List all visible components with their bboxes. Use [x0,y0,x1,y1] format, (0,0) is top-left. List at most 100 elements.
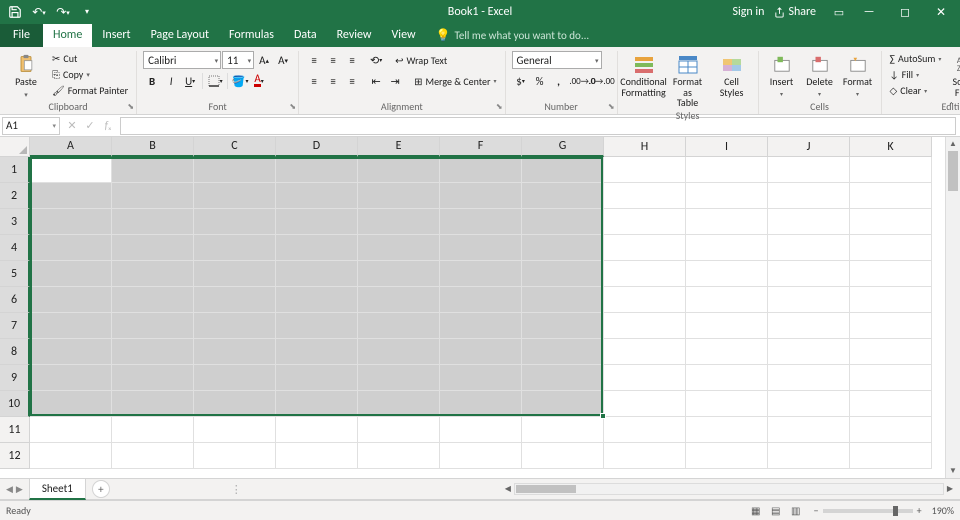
row-header-11[interactable]: 11 [0,417,30,443]
cell-J8[interactable] [768,339,850,365]
cell-B8[interactable] [112,339,194,365]
cell-H8[interactable] [604,339,686,365]
cell-I11[interactable] [686,417,768,443]
cell-D3[interactable] [276,209,358,235]
cell-I7[interactable] [686,313,768,339]
cell-A9[interactable] [30,365,112,391]
cell-G9[interactable] [522,365,604,391]
cell-F1[interactable] [440,157,522,183]
cell-E1[interactable] [358,157,440,183]
clear-button[interactable]: ◇Clear▾ [888,83,944,98]
zoom-thumb[interactable] [893,506,898,516]
cell-G8[interactable] [522,339,604,365]
cell-D12[interactable] [276,443,358,469]
cell-J6[interactable] [768,287,850,313]
cancel-formula-button[interactable]: ✕ [64,119,80,132]
zoom-in-button[interactable]: + [917,504,922,517]
cell-B7[interactable] [112,313,194,339]
column-header-F[interactable]: F [440,137,522,157]
vertical-scrollbar[interactable]: ▲ ▼ [945,137,960,478]
row-header-5[interactable]: 5 [0,261,30,287]
cut-button[interactable]: ✂Cut [50,51,130,66]
cell-E5[interactable] [358,261,440,287]
cell-H10[interactable] [604,391,686,417]
hscroll-thumb[interactable] [516,485,576,493]
cell-K3[interactable] [850,209,932,235]
cell-J2[interactable] [768,183,850,209]
row-header-2[interactable]: 2 [0,183,30,209]
cell-E11[interactable] [358,417,440,443]
qat-customize[interactable]: ▾ [76,1,98,23]
cell-H9[interactable] [604,365,686,391]
cell-B10[interactable] [112,391,194,417]
font-name-combo[interactable]: Calibri▾ [143,51,221,69]
column-header-J[interactable]: J [768,137,850,157]
cell-C9[interactable] [194,365,276,391]
column-header-E[interactable]: E [358,137,440,157]
cell-E4[interactable] [358,235,440,261]
cell-F11[interactable] [440,417,522,443]
align-bottom-button[interactable]: ≡ [343,51,361,69]
font-color-button[interactable]: A▾ [250,72,268,90]
align-right-button[interactable]: ≡ [343,72,361,90]
cell-C10[interactable] [194,391,276,417]
cell-C4[interactable] [194,235,276,261]
bold-button[interactable]: B [143,72,161,90]
cell-G3[interactable] [522,209,604,235]
align-left-button[interactable]: ≡ [305,72,323,90]
cell-A4[interactable] [30,235,112,261]
tab-formulas[interactable]: Formulas [219,24,284,47]
column-header-G[interactable]: G [522,137,604,157]
underline-button[interactable]: U▾ [181,72,199,90]
tell-me-search[interactable]: 💡Tell me what you want to do... [426,24,600,47]
cell-K10[interactable] [850,391,932,417]
cell-G1[interactable] [522,157,604,183]
cell-E7[interactable] [358,313,440,339]
row-header-4[interactable]: 4 [0,235,30,261]
decrease-decimal-button[interactable]: .0→.00 [593,72,611,90]
cell-E3[interactable] [358,209,440,235]
cell-A5[interactable] [30,261,112,287]
cell-G12[interactable] [522,443,604,469]
format-painter-button[interactable]: 🖌Format Painter [50,83,130,98]
cell-G11[interactable] [522,417,604,443]
paste-button[interactable]: Paste ▾ [6,51,46,99]
sheet-prev-button[interactable]: ◀ [6,484,13,495]
decrease-indent-button[interactable]: ⇤ [367,72,385,90]
row-header-10[interactable]: 10 [0,391,30,417]
cell-B9[interactable] [112,365,194,391]
cell-I5[interactable] [686,261,768,287]
cell-D8[interactable] [276,339,358,365]
cell-E12[interactable] [358,443,440,469]
cell-E2[interactable] [358,183,440,209]
save-button[interactable] [4,1,26,23]
horizontal-scrollbar[interactable] [514,483,944,495]
cell-C5[interactable] [194,261,276,287]
alignment-launcher[interactable]: ⬊ [496,102,503,112]
ribbon-display-options[interactable]: ▭ [828,1,850,23]
cell-C6[interactable] [194,287,276,313]
cell-F10[interactable] [440,391,522,417]
insert-cells-button[interactable]: Insert▾ [765,51,799,98]
tab-file[interactable]: File [0,24,43,47]
conditional-formatting-button[interactable]: Conditional Formatting [624,51,664,98]
cell-F6[interactable] [440,287,522,313]
column-header-I[interactable]: I [686,137,768,157]
cell-K12[interactable] [850,443,932,469]
cell-E6[interactable] [358,287,440,313]
new-sheet-button[interactable]: + [92,480,110,498]
cell-K2[interactable] [850,183,932,209]
cell-B1[interactable] [112,157,194,183]
cell-K4[interactable] [850,235,932,261]
row-header-1[interactable]: 1 [0,157,30,183]
fill-button[interactable]: ↓Fill▾ [888,67,944,82]
collapse-ribbon-button[interactable]: ˄ [949,99,954,112]
cell-K5[interactable] [850,261,932,287]
cell-C7[interactable] [194,313,276,339]
cell-I1[interactable] [686,157,768,183]
cell-F2[interactable] [440,183,522,209]
cell-I10[interactable] [686,391,768,417]
cell-I4[interactable] [686,235,768,261]
cell-A11[interactable] [30,417,112,443]
cell-styles-button[interactable]: Cell Styles [712,51,752,98]
